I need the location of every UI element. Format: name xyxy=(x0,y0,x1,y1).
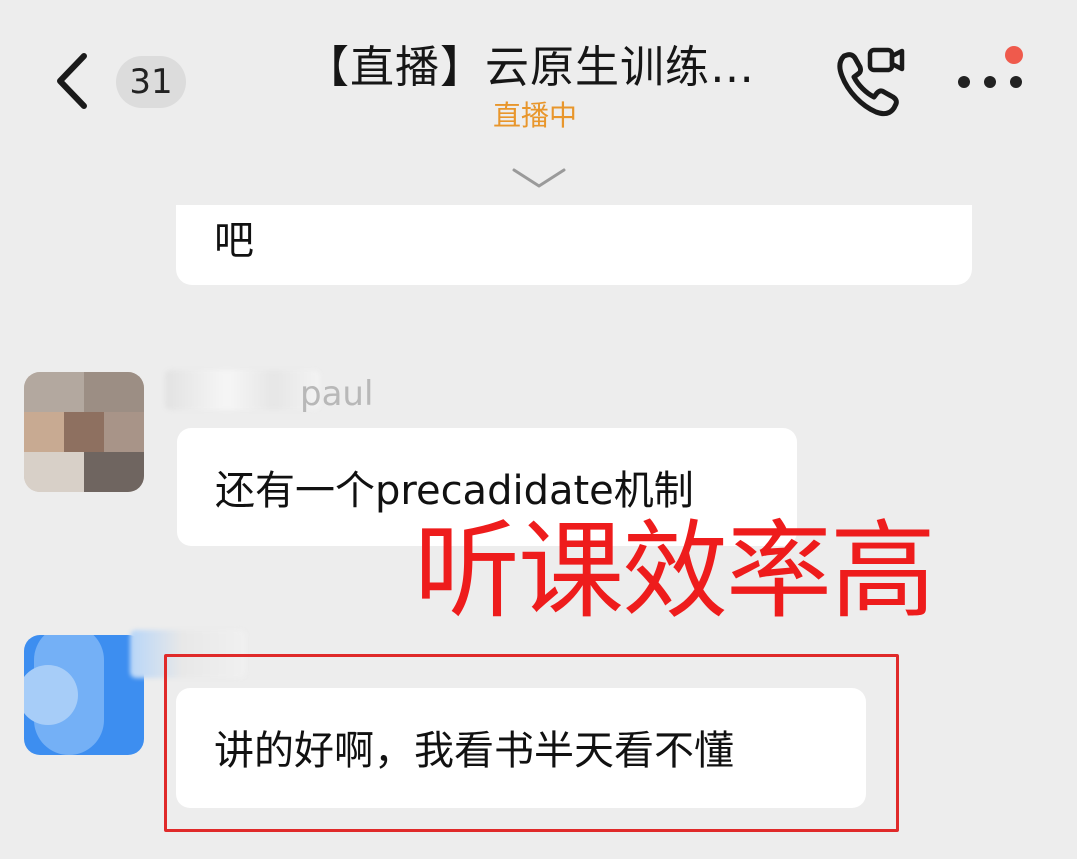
avatar-mosaic-tile xyxy=(24,372,84,412)
chevron-down-icon xyxy=(512,168,566,188)
more-options-button[interactable] xyxy=(950,40,1030,110)
overlay-caption: 听课效率高 xyxy=(414,510,936,633)
message-bubble[interactable]: 讲的好啊，我看书半天看不懂 xyxy=(176,688,866,808)
avatar[interactable] xyxy=(24,372,144,492)
dot xyxy=(958,76,970,88)
video-call-button[interactable] xyxy=(830,42,910,122)
chevron-left-icon xyxy=(57,53,87,109)
dot xyxy=(984,76,996,88)
dot xyxy=(1010,76,1022,88)
avatar-mosaic-tile xyxy=(84,372,144,412)
avatar-mosaic-tile xyxy=(24,452,84,492)
live-status-label: 直播中 xyxy=(492,99,577,132)
message-bubble[interactable]: 吧 xyxy=(176,205,972,285)
avatar-mosaic-tile xyxy=(84,452,144,492)
sender-name: paul xyxy=(300,374,374,414)
avatar-mosaic-tile xyxy=(64,412,104,452)
phone-video-icon xyxy=(837,47,905,117)
collapse-button[interactable] xyxy=(508,164,570,194)
avatar-mosaic-tile xyxy=(24,412,64,452)
avatar-mosaic-tile xyxy=(104,412,144,452)
unread-count-badge[interactable]: 31 xyxy=(116,56,186,108)
chat-screen: 31 【直播】云原生训练… 直播中 吧 paul 还有一个precadidate… xyxy=(0,0,1077,859)
back-button[interactable] xyxy=(48,48,98,114)
sender-name-blurred xyxy=(165,370,320,410)
notification-dot xyxy=(1005,46,1023,64)
avatar[interactable] xyxy=(24,635,144,755)
chat-title[interactable]: 【直播】云原生训练… xyxy=(305,38,775,98)
